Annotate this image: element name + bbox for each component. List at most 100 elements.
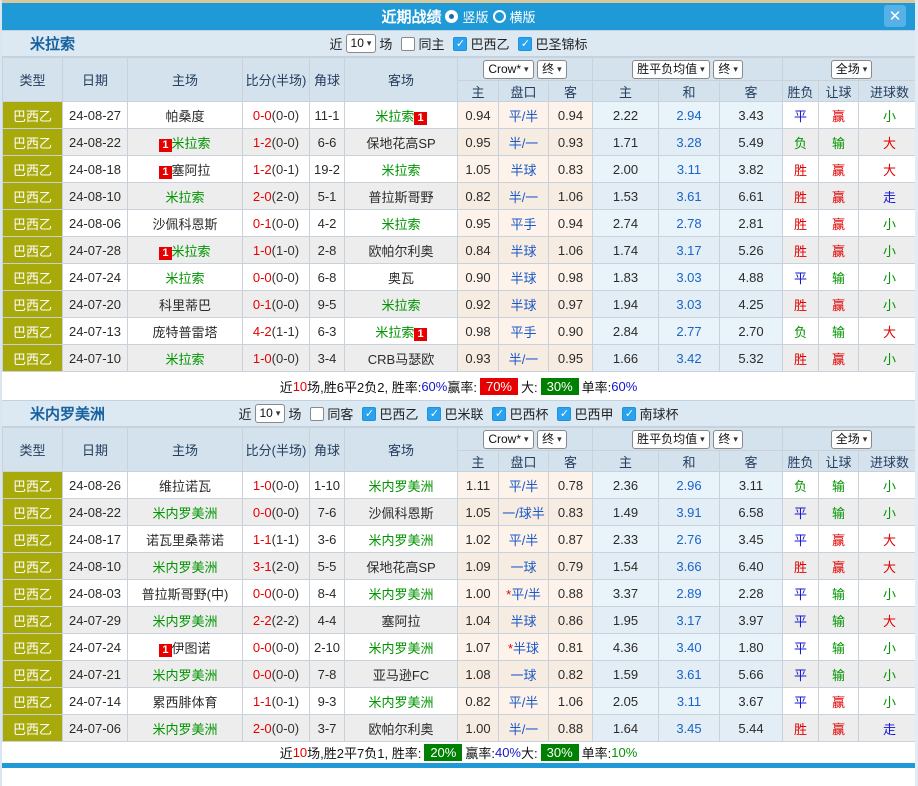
avg-draw-odds: 3.03 xyxy=(659,264,720,291)
summary-segment: 60% xyxy=(611,379,637,394)
league-checkbox[interactable]: ✓ xyxy=(557,407,571,421)
goals-result: 小 xyxy=(859,345,918,372)
filter-row: 米拉索近10▾场同主✓巴西乙✓巴圣锦标 xyxy=(2,30,915,57)
odds-period-select[interactable]: 终▾ xyxy=(537,430,567,449)
goals-result: 小 xyxy=(859,237,918,264)
handicap: 平/半 xyxy=(499,472,549,499)
matches-label: 场 xyxy=(288,404,301,423)
avg-metric-select[interactable]: 胜平负均值▾ xyxy=(632,60,710,79)
match-result: 胜 xyxy=(783,553,819,580)
red-card-badge: 1 xyxy=(414,328,426,341)
odds-period-select[interactable]: 终▾ xyxy=(537,60,567,79)
horizontal-layout-label[interactable]: 横版 xyxy=(510,7,536,26)
score: 1-2(0-1) xyxy=(243,156,310,183)
corners: 2-10 xyxy=(310,634,345,661)
handicap-result: 输 xyxy=(819,264,859,291)
same-venue-checkbox[interactable] xyxy=(401,37,415,51)
column-header: 角球 xyxy=(310,428,345,472)
avg-period-select-value: 终 xyxy=(718,62,730,77)
table-row: 巴西乙24-07-281米拉索1-0(1-0)2-8欧帕尔利奥0.84半球1.0… xyxy=(3,237,918,264)
league-checkbox-label[interactable]: 巴西甲 xyxy=(574,404,613,423)
league-checkbox-label[interactable]: 南球杯 xyxy=(639,404,678,423)
handicap: 半球 xyxy=(499,607,549,634)
league-checkbox-label[interactable]: 巴圣锦标 xyxy=(535,34,587,53)
scope-select[interactable]: 全场▾ xyxy=(831,430,873,449)
avg-home-odds: 1.59 xyxy=(593,661,659,688)
away-team: CRB马瑟欧 xyxy=(345,345,458,372)
summary-segment: 30% xyxy=(541,378,579,395)
goals-result: 小 xyxy=(859,661,918,688)
odds-away: 0.95 xyxy=(549,345,593,372)
handicap-value: 平手 xyxy=(510,325,536,340)
league-checkbox[interactable]: ✓ xyxy=(427,407,441,421)
close-button[interactable]: ✕ xyxy=(884,5,906,27)
handicap-value: 一/球半 xyxy=(502,506,545,521)
home-team-name: 米拉索 xyxy=(172,136,211,151)
league-checkbox-label[interactable]: 巴西乙 xyxy=(470,34,509,53)
halftime-score: (0-0) xyxy=(272,351,299,366)
summary-segment: 赢率: xyxy=(447,377,477,396)
corners: 8-4 xyxy=(310,580,345,607)
table-row: 巴西乙24-07-10米拉索1-0(0-0)3-4CRB马瑟欧0.93半/一0.… xyxy=(3,345,918,372)
fulltime-score: 0-0 xyxy=(253,640,272,655)
sub-column-header: 客 xyxy=(549,81,593,102)
match-result: 平 xyxy=(783,526,819,553)
match-result: 平 xyxy=(783,634,819,661)
table-row: 巴西乙24-08-221米拉索1-2(0-0)6-6保地花高SP0.95半/一0… xyxy=(3,129,918,156)
halftime-score: (0-0) xyxy=(272,216,299,231)
home-team-name: 伊图诺 xyxy=(172,641,211,656)
league-checkbox[interactable]: ✓ xyxy=(518,37,532,51)
halftime-score: (0-0) xyxy=(272,640,299,655)
handicap: *平/半 xyxy=(499,580,549,607)
match-count-select[interactable]: 10▾ xyxy=(255,404,286,423)
match-result: 负 xyxy=(783,318,819,345)
avg-period-select[interactable]: 终▾ xyxy=(713,430,743,449)
odds-source-select[interactable]: Crow*▾ xyxy=(483,430,533,449)
league-checkbox[interactable]: ✓ xyxy=(492,407,506,421)
scope-select[interactable]: 全场▾ xyxy=(831,60,873,79)
league-checkbox[interactable]: ✓ xyxy=(362,407,376,421)
league-checkbox-label[interactable]: 巴西杯 xyxy=(509,404,548,423)
summary-segment: 场,胜6平2负2, 胜率: xyxy=(307,377,421,396)
halftime-score: (1-1) xyxy=(272,532,299,547)
handicap-value: 平/半 xyxy=(509,479,539,494)
chevron-down-icon: ▾ xyxy=(863,432,868,447)
odds-away: 0.93 xyxy=(549,129,593,156)
league-checkbox[interactable]: ✓ xyxy=(453,37,467,51)
away-team: 米内罗美洲 xyxy=(345,472,458,499)
summary-segment: 40% xyxy=(495,745,521,760)
same-venue-checkbox[interactable] xyxy=(310,407,324,421)
fulltime-score: 0-1 xyxy=(253,297,272,312)
odds-source-select[interactable]: Crow*▾ xyxy=(483,60,533,79)
match-result: 平 xyxy=(783,499,819,526)
goals-result: 小 xyxy=(859,634,918,661)
avg-metric-select[interactable]: 胜平负均值▾ xyxy=(632,430,710,449)
avg-period-select[interactable]: 终▾ xyxy=(713,60,743,79)
results-table: 类型日期主场比分(半场)角球客场Crow*▾ 终▾胜平负均值▾ 终▾全场▾主盘口… xyxy=(2,427,918,742)
horizontal-layout-radio[interactable] xyxy=(493,10,506,23)
away-team-name: 米拉索 xyxy=(381,163,420,178)
league-checkbox[interactable]: ✓ xyxy=(622,407,636,421)
avg-away-odds: 2.81 xyxy=(720,210,783,237)
handicap: *半球 xyxy=(499,634,549,661)
league-checkbox-label[interactable]: 巴西乙 xyxy=(379,404,418,423)
league-badge: 巴西乙 xyxy=(3,318,63,345)
score: 2-2(2-2) xyxy=(243,607,310,634)
vertical-layout-radio[interactable] xyxy=(445,10,458,23)
away-team: 米内罗美洲 xyxy=(345,688,458,715)
same-venue-label[interactable]: 同主 xyxy=(418,34,444,53)
match-date: 24-08-27 xyxy=(63,102,128,129)
match-result: 负 xyxy=(783,129,819,156)
filter-row: 米内罗美洲近10▾场同客✓巴西乙✓巴米联✓巴西杯✓巴西甲✓南球杯 xyxy=(2,400,915,427)
handicap-result: 输 xyxy=(819,580,859,607)
same-venue-label[interactable]: 同客 xyxy=(327,404,353,423)
league-checkbox-label[interactable]: 巴米联 xyxy=(444,404,483,423)
match-result: 平 xyxy=(783,264,819,291)
match-result: 平 xyxy=(783,102,819,129)
match-result: 平 xyxy=(783,607,819,634)
vertical-layout-label[interactable]: 竖版 xyxy=(462,7,488,26)
avg-home-odds: 2.84 xyxy=(593,318,659,345)
match-count-select[interactable]: 10▾ xyxy=(346,34,377,53)
halftime-score: (0-0) xyxy=(272,478,299,493)
match-result: 胜 xyxy=(783,345,819,372)
